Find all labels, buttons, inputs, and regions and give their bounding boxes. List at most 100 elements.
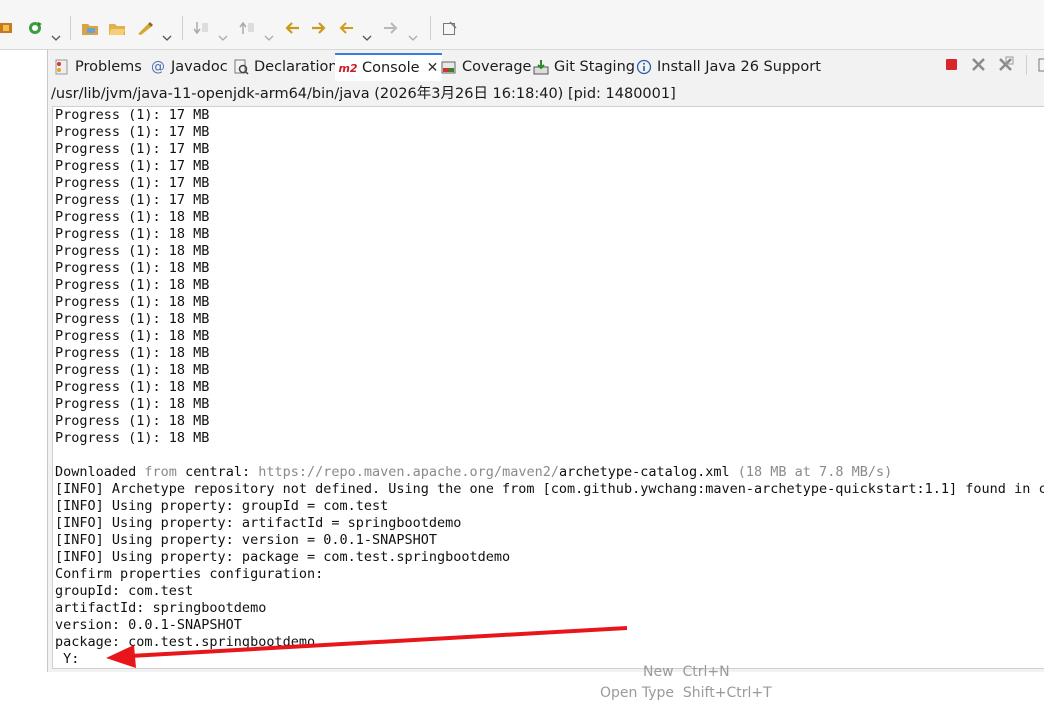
tab-git-staging[interactable]: Git Staging	[533, 55, 635, 79]
console-line: Progress (1): 17 MB	[55, 175, 210, 191]
coverage-icon	[441, 59, 457, 75]
tab-label: Coverage	[462, 59, 532, 75]
pin-editor-icon[interactable]	[441, 18, 459, 38]
console-line: [INFO] Using property: artifactId = spri…	[55, 515, 462, 531]
console-line: [INFO] Archetype repository not defined.…	[55, 481, 1044, 497]
console-line: Progress (1): 18 MB	[55, 328, 210, 344]
tab-label: Git Staging	[554, 59, 635, 75]
downloaded-size: (18 MB at 7.8 MB/s)	[729, 464, 893, 480]
problems-icon	[54, 59, 70, 75]
tab-label: Console	[362, 60, 420, 76]
console-line: Progress (1): 17 MB	[55, 124, 210, 140]
toolbar-separator	[1026, 55, 1027, 75]
console-line: Progress (1): 17 MB	[55, 192, 210, 208]
git-staging-icon	[533, 59, 549, 75]
chevron-down-icon[interactable]	[162, 26, 172, 41]
refresh-icon[interactable]	[26, 18, 44, 38]
open-folder-icon[interactable]	[107, 18, 127, 38]
console-line: Progress (1): 18 MB	[55, 396, 210, 412]
toolbar-separator	[70, 16, 71, 40]
left-gutter	[0, 50, 47, 727]
console-line: Progress (1): 18 MB	[55, 362, 210, 378]
javadoc-icon: @	[151, 59, 165, 75]
toolbar-separator	[182, 16, 183, 40]
menu-item-shortcut: Ctrl+N	[682, 664, 730, 680]
console-line: Progress (1): 18 MB	[55, 226, 210, 242]
console-icon: m2	[338, 61, 358, 75]
tab-declaration[interactable]: Declaration	[233, 55, 338, 79]
downloaded-url: https://repo.maven.apache.org/maven2/	[258, 464, 559, 480]
console-line-downloaded: Downloaded from central: https://repo.ma…	[55, 464, 892, 481]
tab-install-java-support[interactable]: Install Java 26 Support	[636, 55, 821, 79]
previous-annotation-icon	[238, 18, 256, 38]
console-line: version: 0.0.1-SNAPSHOT	[55, 617, 242, 633]
console-line: Progress (1): 18 MB	[55, 311, 210, 327]
console-line: Progress (1): 18 MB	[55, 430, 210, 446]
console-view: Problems @ Javadoc Declaration m2 Consol…	[47, 50, 1044, 672]
build-icon[interactable]	[0, 18, 14, 38]
remove-launch-icon[interactable]	[970, 56, 988, 74]
downloaded-colon: :	[241, 464, 259, 480]
tab-label: Javadoc	[171, 59, 228, 75]
console-line: Confirm properties configuration:	[55, 566, 324, 582]
downloaded-word: Downloaded	[55, 464, 137, 480]
ghost-menu: New Ctrl+N Open Type Shift+Ctrl+T	[600, 664, 772, 712]
console-line: artifactId: springbootdemo	[55, 600, 267, 616]
tab-console[interactable]: m2 Console ✕	[335, 53, 443, 81]
chevron-down-icon	[218, 26, 228, 41]
forward-edit-icon[interactable]	[309, 18, 329, 38]
console-line: Progress (1): 18 MB	[55, 345, 210, 361]
chevron-down-icon[interactable]	[51, 26, 61, 41]
console-output[interactable]: Progress (1): 17 MB Progress (1): 17 MB Pr…	[52, 106, 1044, 669]
declaration-icon	[233, 59, 249, 75]
menu-item-label: New	[643, 664, 674, 680]
open-project-icon[interactable]	[80, 18, 100, 38]
last-edit-location-icon[interactable]	[282, 18, 302, 38]
pen-tool-icon[interactable]	[136, 18, 154, 38]
close-icon[interactable]: ✕	[427, 60, 439, 76]
console-line: Progress (1): 18 MB	[55, 294, 210, 310]
console-line: [INFO] Using property: package = com.tes…	[55, 549, 511, 565]
downloaded-repo: central	[185, 464, 242, 480]
toolbar-separator	[430, 16, 431, 40]
tab-javadoc[interactable]: @ Javadoc	[150, 55, 228, 79]
tab-coverage[interactable]: Coverage	[441, 55, 531, 79]
console-line: Progress (1): 18 MB	[55, 260, 210, 276]
console-line: Progress (1): 18 MB	[55, 277, 210, 293]
downloaded-file: archetype-catalog.xml	[558, 464, 730, 480]
process-path: /usr/lib/jvm/java-11-openjdk-arm64/bin/j…	[48, 82, 1044, 106]
chevron-down-icon[interactable]	[362, 26, 372, 41]
menu-item-open-type: Open Type Shift+Ctrl+T	[600, 685, 772, 701]
main-toolbar	[0, 0, 1044, 50]
console-line: Progress (1): 17 MB	[55, 141, 210, 157]
console-line: Progress (1): 17 MB	[55, 158, 210, 174]
back-arrow-icon[interactable]	[336, 18, 356, 38]
console-line: Progress (1): 18 MB	[55, 379, 210, 395]
console-line: Progress (1): 18 MB	[55, 209, 210, 225]
forward-arrow-icon	[381, 18, 401, 38]
console-line: Progress (1): 18 MB	[55, 243, 210, 259]
console-line: package: com.test.springbootdemo	[55, 634, 316, 650]
menu-item-shortcut: Shift+Ctrl+T	[682, 685, 772, 701]
tab-label: Install Java 26 Support	[657, 59, 821, 75]
view-tab-bar: Problems @ Javadoc Declaration m2 Consol…	[48, 50, 1044, 82]
console-menu-icon[interactable]	[1038, 56, 1044, 74]
console-line: Progress (1): 18 MB	[55, 413, 210, 429]
chevron-down-icon	[264, 26, 274, 41]
menu-item-label: Open Type	[600, 685, 674, 701]
downloaded-from: from	[136, 464, 186, 480]
next-annotation-icon	[192, 18, 210, 38]
console-input-prompt: Y:	[55, 651, 80, 667]
tab-label: Declaration	[254, 59, 338, 75]
tab-problems[interactable]: Problems	[54, 55, 142, 79]
menu-item-new: New Ctrl+N	[643, 664, 730, 680]
info-icon	[636, 59, 652, 75]
console-line: Progress (1): 17 MB	[55, 107, 210, 123]
chevron-down-icon	[408, 26, 418, 41]
console-line: [INFO] Using property: version = 0.0.1-S…	[55, 532, 438, 548]
console-line: groupId: com.test	[55, 583, 194, 599]
console-line: [INFO] Using property: groupId = com.tes…	[55, 498, 389, 514]
tab-label: Problems	[75, 59, 142, 75]
terminate-icon[interactable]	[943, 56, 961, 74]
remove-all-terminated-icon[interactable]	[997, 56, 1015, 74]
